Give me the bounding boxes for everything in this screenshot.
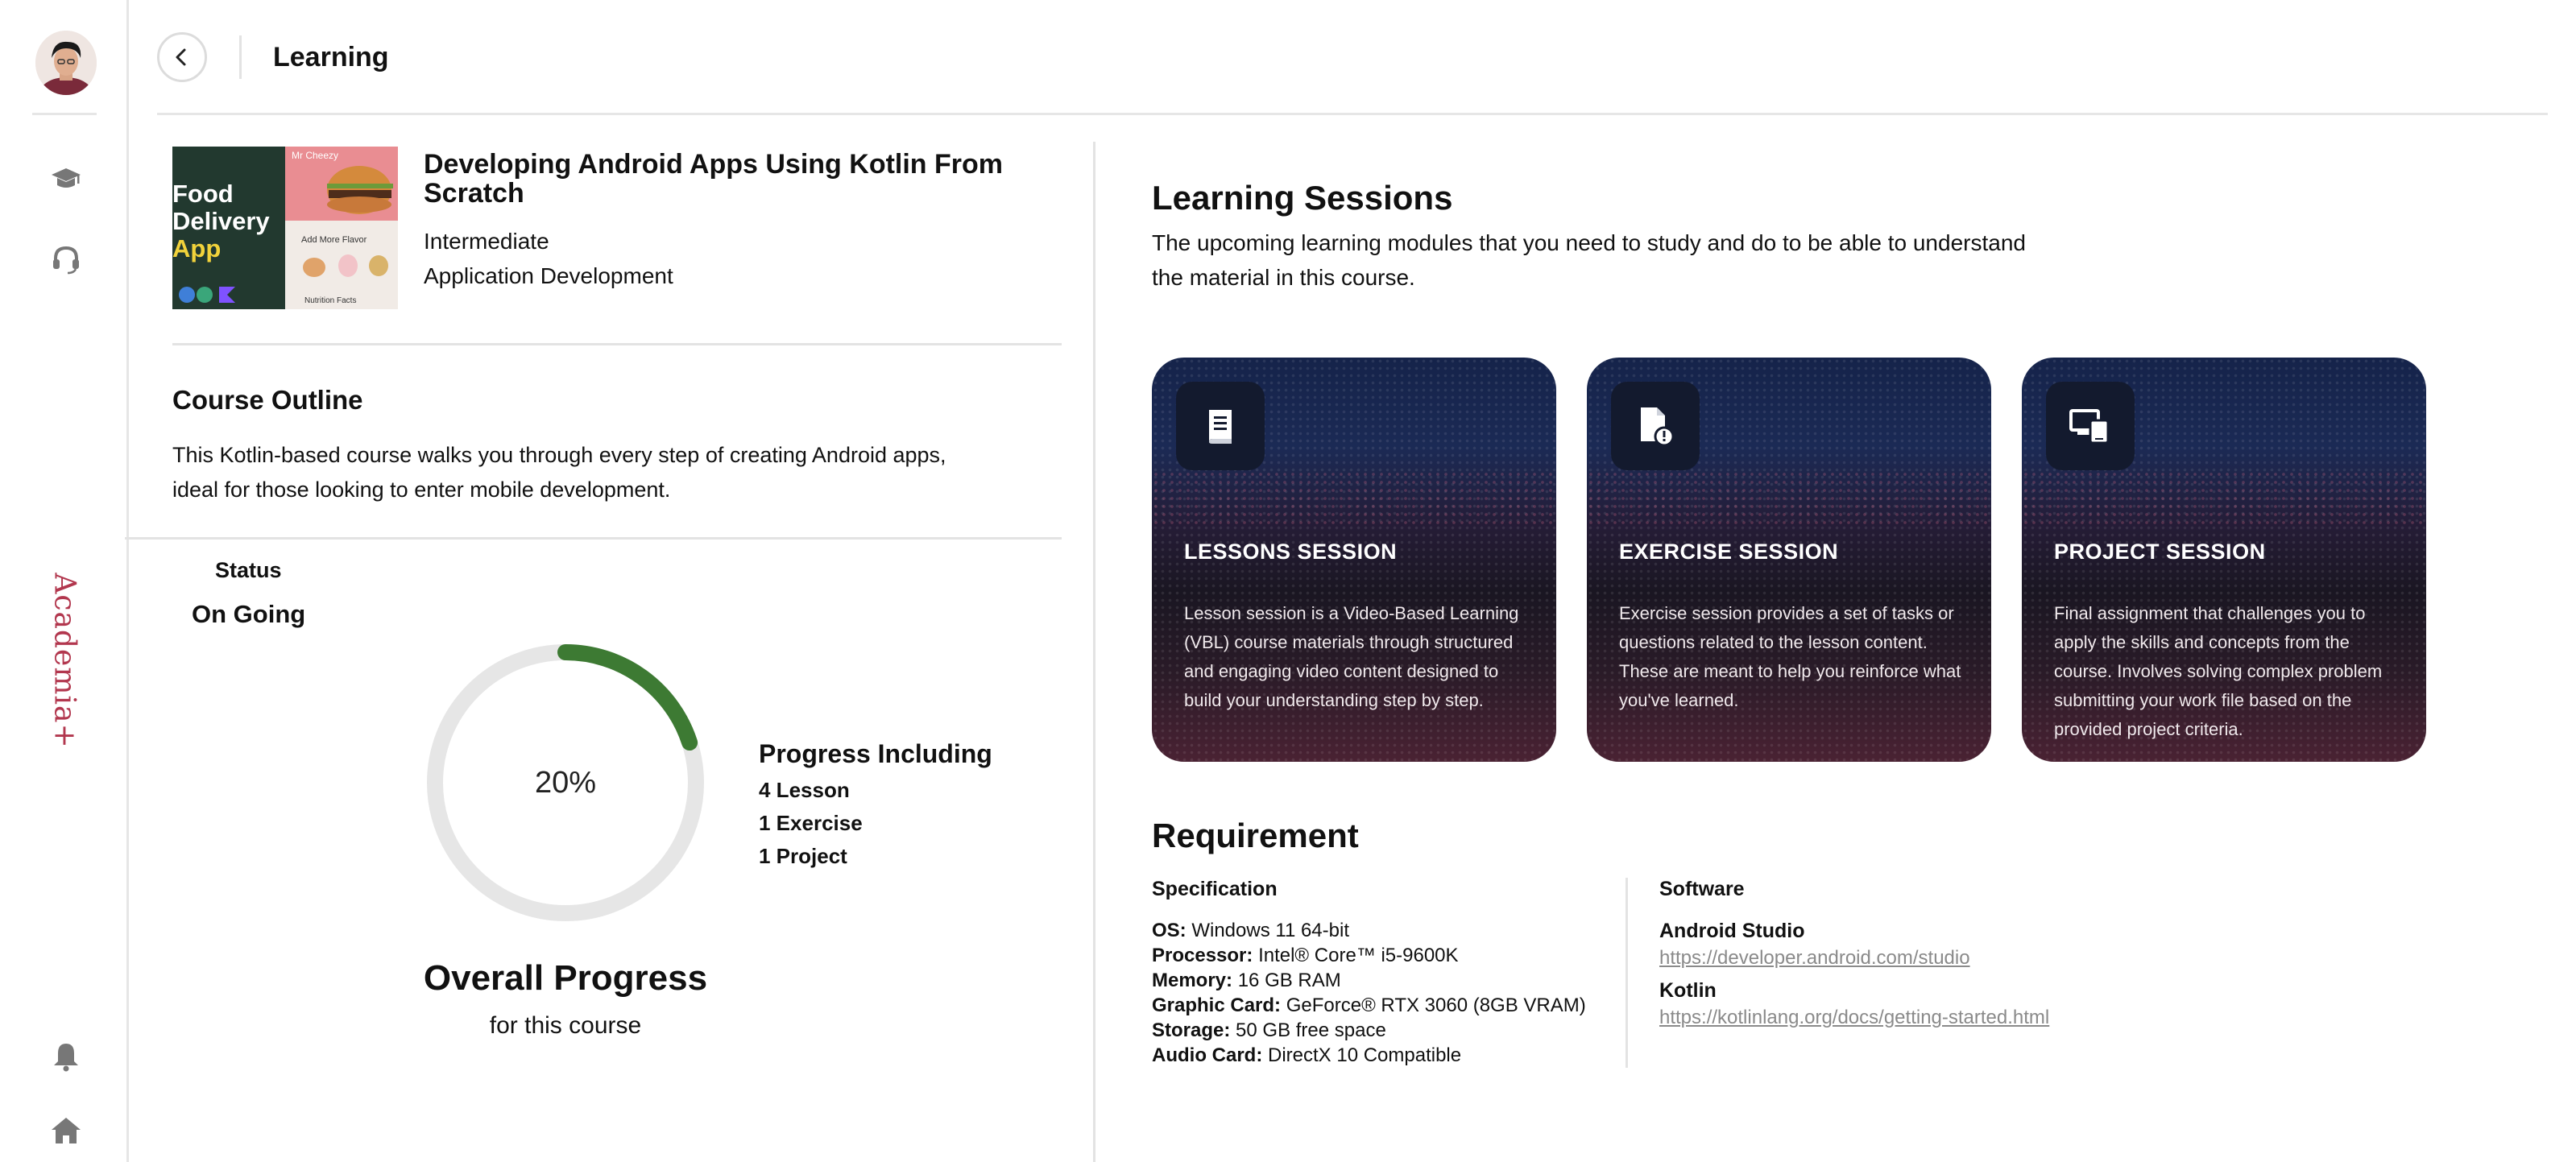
software-name: Android Studio: [1659, 920, 1805, 942]
requirement-title: Requirement: [1152, 817, 1359, 854]
top-header: Learning: [157, 0, 2548, 115]
spec-line: Processor: Intel® Core™ i5-9600K: [1152, 945, 1459, 966]
column-divider: [1093, 142, 1095, 1162]
requirement-divider: [1626, 878, 1628, 1068]
graduation-cap-icon[interactable]: [50, 163, 82, 195]
overall-progress-subtitle: for this course: [489, 1012, 642, 1039]
session-card-project[interactable]: PROJECT SESSION Final assignment that ch…: [2022, 358, 2426, 762]
status-label: Status: [215, 558, 282, 582]
progress-item: 1 Exercise: [759, 811, 863, 835]
back-button[interactable]: [157, 32, 207, 82]
session-card-title: PROJECT SESSION: [2054, 540, 2266, 564]
book-icon: [1176, 382, 1265, 470]
course-outline-text: This Kotlin-based course walks you throu…: [172, 443, 946, 502]
course-level: Intermediate: [424, 229, 549, 254]
divider: [125, 537, 1062, 540]
course-thumbnail: Food Delivery App Mr Cheezy Add More Fla…: [172, 147, 398, 309]
software-link[interactable]: https://developer.android.com/studio: [1659, 947, 1970, 970]
spec-line: OS: Windows 11 64-bit: [1152, 920, 1349, 941]
progress-item: 1 Project: [759, 844, 847, 868]
progress-including-title: Progress Including: [759, 739, 992, 768]
spec-line: Graphic Card: GeForce® RTX 3060 (8GB VRA…: [1152, 995, 1586, 1016]
session-card-exercise[interactable]: EXERCISE SESSION Exercise session provid…: [1587, 358, 1991, 762]
headset-icon[interactable]: [50, 243, 82, 275]
learning-sessions-title: Learning Sessions: [1152, 179, 1453, 217]
session-card-title: LESSONS SESSION: [1184, 540, 1398, 564]
progress-item: 4 Lesson: [759, 778, 850, 802]
brand-logo: Academia+: [48, 572, 81, 749]
software-title: Software: [1659, 878, 1745, 900]
spec-line: Storage: 50 GB free space: [1152, 1019, 1386, 1041]
avatar[interactable]: [35, 31, 97, 95]
bell-icon[interactable]: [50, 1040, 82, 1073]
status-value: On Going: [192, 600, 306, 628]
learning-sessions-description: The upcoming learning modules that you n…: [1152, 230, 2026, 290]
software-name: Kotlin: [1659, 979, 1717, 1002]
session-card-text: Exercise session provides a set of tasks…: [1619, 603, 1961, 710]
home-icon[interactable]: [50, 1114, 82, 1147]
progress-ring: 20%: [419, 636, 712, 929]
header-separator: [239, 35, 242, 79]
sidebar-divider: [32, 113, 97, 115]
page-title: Learning: [273, 42, 389, 72]
chevron-left-icon: [176, 48, 186, 66]
course-category: Application Development: [424, 263, 673, 288]
devices-icon: [2046, 382, 2135, 470]
spec-line: Audio Card: DirectX 10 Compatible: [1152, 1044, 1462, 1066]
document-alert-icon: [1611, 382, 1700, 470]
progress-percent: 20%: [534, 765, 597, 800]
sidebar: Academia+: [0, 0, 129, 1162]
session-card-text: Lesson session is a Video-Based Learning…: [1184, 603, 1519, 710]
overall-progress-title: Overall Progress: [423, 958, 708, 998]
divider: [172, 343, 1062, 345]
spec-line: Memory: 16 GB RAM: [1152, 970, 1341, 991]
session-card-text: Final assignment that challenges you to …: [2054, 603, 2383, 739]
specification-title: Specification: [1152, 878, 1278, 900]
session-card-lessons[interactable]: LESSONS SESSION Lesson session is a Vide…: [1152, 358, 1556, 762]
course-outline-title: Course Outline: [172, 385, 363, 415]
session-card-title: EXERCISE SESSION: [1619, 540, 1839, 564]
software-link[interactable]: https://kotlinlang.org/docs/getting-star…: [1659, 1007, 2049, 1029]
course-title: Developing Android Apps Using Kotlin Fro…: [424, 149, 1004, 209]
